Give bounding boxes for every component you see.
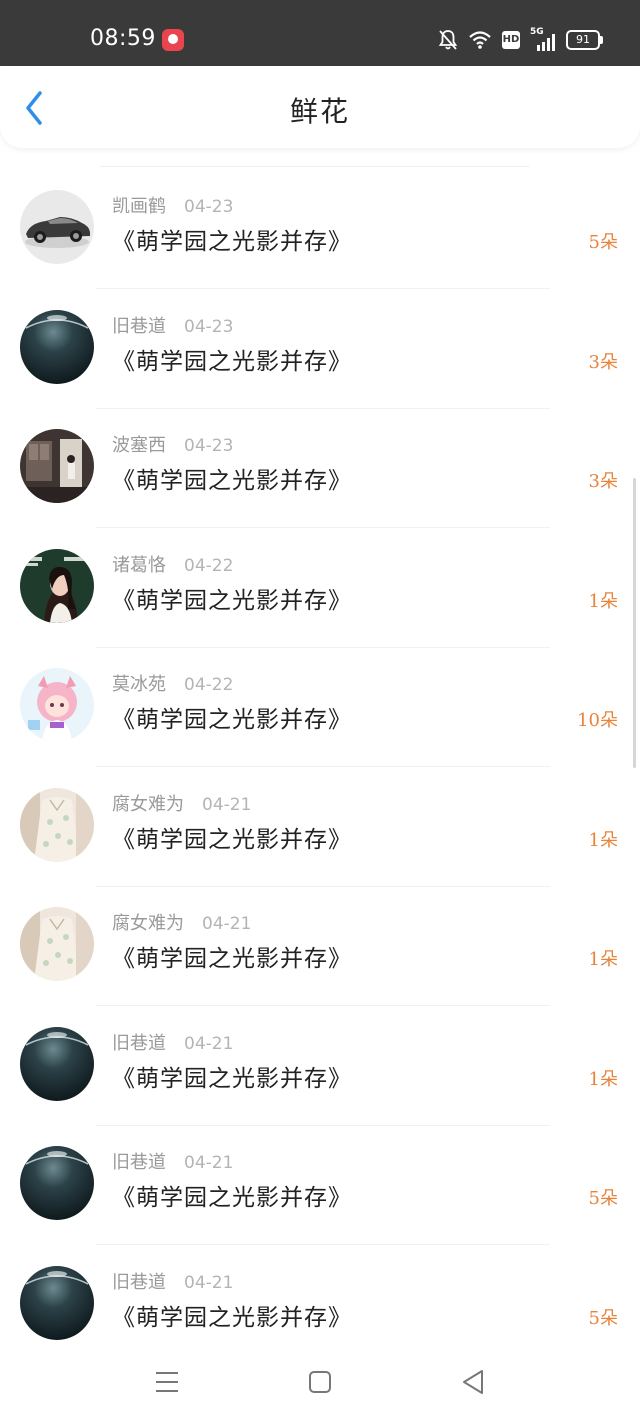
list-item[interactable]: 腐女难为 04-21 《萌学园之光影并存》 1朵 [0, 887, 640, 1006]
item-meta: 波塞西 04-23 [112, 431, 233, 457]
avatar[interactable] [20, 907, 94, 981]
flower-count: 3朵 [588, 351, 618, 373]
username[interactable]: 旧巷道 [112, 1152, 166, 1173]
home-square-icon [309, 1371, 331, 1393]
username[interactable]: 腐女难为 [112, 913, 184, 934]
list-item[interactable]: 凯画鹤 04-23 《萌学园之光影并存》 5朵 [0, 170, 640, 289]
avatar[interactable] [20, 1146, 94, 1220]
menu-icon [156, 1372, 178, 1392]
item-meta: 旧巷道 04-23 [112, 312, 233, 338]
flowers-page: 08:59 HD 5G 91 鲜花 凯画鹤 04-23 《萌学园之光影并存》 5… [0, 0, 640, 1422]
page-header: 鲜花 [0, 66, 640, 148]
list-item[interactable]: 旧巷道 04-23 《萌学园之光影并存》 3朵 [0, 290, 640, 409]
username[interactable]: 波塞西 [112, 435, 166, 456]
username[interactable]: 旧巷道 [112, 316, 166, 337]
item-meta: 凯画鹤 04-23 [112, 192, 233, 218]
nav-menu-button[interactable] [147, 1362, 187, 1402]
battery-indicator: 91 [566, 30, 603, 50]
mute-bell-icon [438, 30, 458, 50]
list-item[interactable]: 腐女难为 04-21 《萌学园之光影并存》 1朵 [0, 768, 640, 887]
nav-back-button[interactable] [453, 1362, 493, 1402]
gift-date: 04-21 [184, 1272, 234, 1293]
avatar[interactable] [20, 1026, 94, 1101]
item-meta: 旧巷道 04-21 [112, 1268, 233, 1294]
list-item[interactable]: 旧巷道 04-21 《萌学园之光影并存》 5朵 [0, 1246, 640, 1365]
avatar[interactable] [20, 1265, 94, 1340]
book-title[interactable]: 《萌学园之光影并存》 [112, 342, 352, 376]
book-title[interactable]: 《萌学园之光影并存》 [112, 1178, 352, 1212]
list-item[interactable]: 波塞西 04-23 《萌学园之光影并存》 3朵 [0, 409, 640, 528]
book-title[interactable]: 《萌学园之光影并存》 [112, 222, 352, 256]
list-item[interactable]: 诸葛恪 04-22 《萌学园之光影并存》 1朵 [0, 529, 640, 648]
nav-home-button[interactable] [300, 1362, 340, 1402]
item-meta: 莫冰苑 04-22 [112, 670, 233, 696]
username[interactable]: 莫冰苑 [112, 674, 166, 695]
list-item[interactable]: 莫冰苑 04-22 《萌学园之光影并存》 10朵 [0, 648, 640, 767]
item-meta: 腐女难为 04-21 [112, 909, 251, 935]
flower-count: 3朵 [588, 471, 618, 492]
username[interactable]: 腐女难为 [112, 794, 184, 815]
flower-count: 1朵 [588, 590, 618, 612]
book-title[interactable]: 《萌学园之光影并存》 [112, 939, 352, 973]
gift-date: 04-21 [202, 914, 252, 934]
list-divider [100, 166, 530, 167]
item-meta: 旧巷道 04-21 [112, 1148, 233, 1174]
gift-date: 04-21 [184, 1153, 234, 1173]
status-time: 08:59 [90, 26, 156, 51]
list-item[interactable]: 旧巷道 04-21 《萌学园之光影并存》 1朵 [0, 1007, 640, 1126]
hd-badge: HD [502, 31, 520, 49]
triangle-back-icon [463, 1370, 483, 1394]
gift-date: 04-22 [184, 675, 234, 695]
system-nav-bar [0, 1356, 640, 1422]
book-title[interactable]: 《萌学园之光影并存》 [112, 1298, 352, 1332]
book-title[interactable]: 《萌学园之光影并存》 [112, 820, 352, 854]
book-title[interactable]: 《萌学园之光影并存》 [112, 700, 352, 734]
app-notification-icon [162, 29, 184, 51]
gift-date: 04-21 [184, 1033, 234, 1054]
username[interactable]: 旧巷道 [112, 1033, 166, 1054]
gift-date: 04-23 [184, 436, 234, 456]
gift-date: 04-21 [202, 794, 252, 815]
flower-count: 5朵 [588, 232, 618, 253]
item-meta: 旧巷道 04-21 [112, 1029, 233, 1055]
avatar[interactable] [20, 668, 94, 742]
item-meta: 诸葛恪 04-22 [112, 551, 233, 577]
avatar[interactable] [20, 787, 94, 862]
flower-count: 5朵 [588, 1307, 618, 1329]
gift-date: 04-23 [184, 197, 234, 217]
list-item[interactable]: 旧巷道 04-21 《萌学园之光影并存》 5朵 [0, 1126, 640, 1245]
avatar[interactable] [20, 190, 94, 264]
page-title: 鲜花 [289, 95, 350, 128]
status-bar: 08:59 HD 5G 91 [0, 0, 640, 66]
gift-date: 04-23 [184, 316, 234, 337]
avatar[interactable] [20, 548, 94, 623]
avatar[interactable] [20, 429, 94, 503]
book-title[interactable]: 《萌学园之光影并存》 [112, 1059, 352, 1093]
username[interactable]: 凯画鹤 [112, 196, 166, 217]
cellular-signal-icon: 5G [530, 27, 556, 51]
flower-count: 1朵 [588, 829, 618, 851]
wifi-icon [469, 31, 491, 49]
avatar[interactable] [20, 309, 94, 384]
flower-count: 10朵 [577, 710, 618, 731]
book-title[interactable]: 《萌学园之光影并存》 [112, 461, 352, 495]
status-icons: HD 5G 91 [438, 27, 603, 52]
item-meta: 腐女难为 04-21 [112, 790, 251, 816]
username[interactable]: 诸葛恪 [112, 555, 166, 576]
gift-date: 04-22 [184, 555, 234, 576]
scrollbar[interactable] [633, 478, 636, 768]
username[interactable]: 旧巷道 [112, 1272, 166, 1293]
flower-count: 5朵 [588, 1188, 618, 1209]
book-title[interactable]: 《萌学园之光影并存》 [112, 581, 352, 615]
flower-count: 1朵 [588, 1068, 618, 1090]
flower-count: 1朵 [588, 949, 618, 970]
